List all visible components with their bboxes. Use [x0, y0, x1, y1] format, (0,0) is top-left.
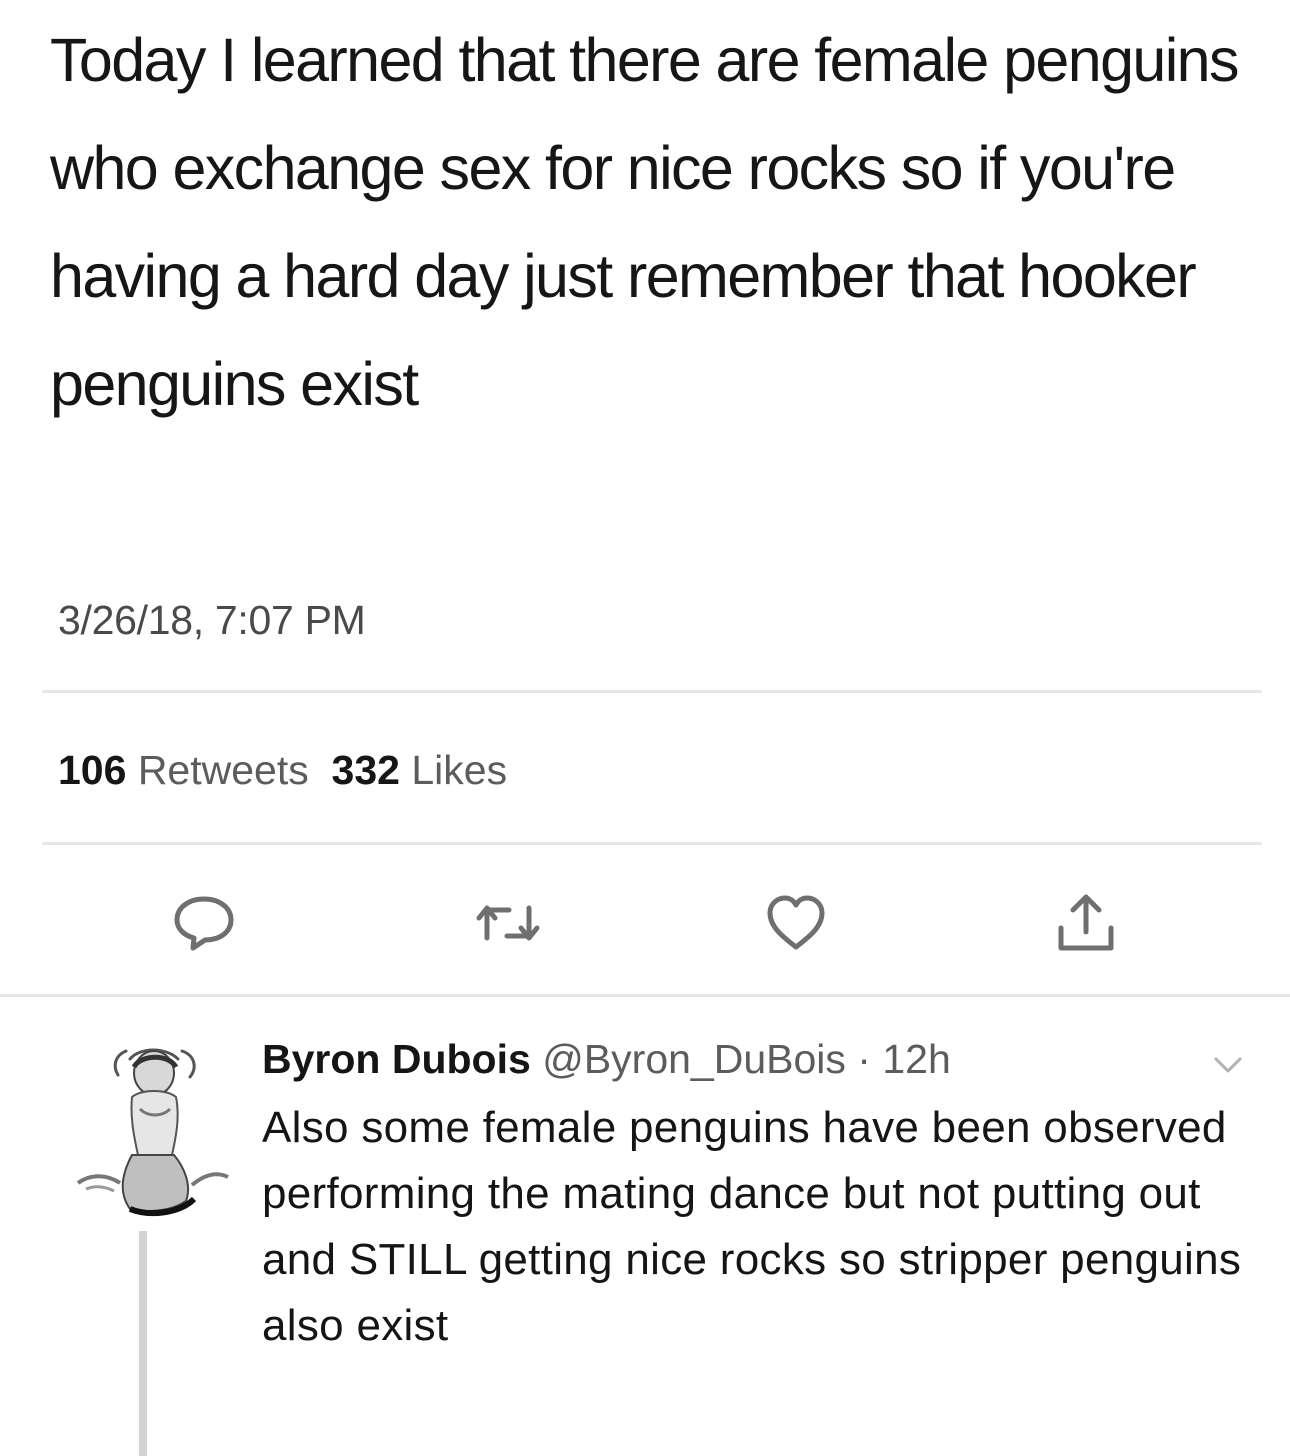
reply-header: Byron Dubois @Byron_DuBois · 12h — [262, 1031, 951, 1087]
heart-icon — [767, 895, 825, 950]
retweet-button[interactable] — [472, 890, 544, 956]
reply-tweet[interactable]: Byron Dubois @Byron_DuBois · 12h Also so… — [0, 997, 1290, 1456]
share-button[interactable] — [1050, 890, 1122, 956]
retweets-stat[interactable]: 106 Retweets — [58, 747, 309, 793]
thread-line — [139, 1231, 147, 1456]
retweets-count: 106 — [58, 747, 127, 793]
like-button[interactable] — [760, 890, 832, 956]
speech-bubble-icon — [174, 896, 234, 951]
reply-text: Also some female penguins have been obse… — [262, 1103, 1242, 1350]
divider — [42, 842, 1262, 845]
retweet-icon — [476, 905, 540, 941]
divider — [42, 690, 1262, 693]
likes-stat[interactable]: 332 Likes — [332, 747, 508, 793]
retweets-label: Retweets — [137, 747, 309, 793]
reply-handle-time[interactable]: @Byron_DuBois · 12h — [542, 1036, 951, 1082]
tweet-stats: 106 Retweets 332 Likes — [58, 742, 507, 798]
share-icon — [1058, 894, 1114, 951]
likes-count: 332 — [331, 747, 400, 793]
likes-label: Likes — [411, 747, 508, 793]
reply-author-name[interactable]: Byron Dubois — [262, 1036, 531, 1082]
avatar-image — [76, 1048, 229, 1217]
chevron-down-icon — [1214, 1057, 1242, 1073]
avatar[interactable] — [70, 1037, 240, 1217]
tweet-timestamp[interactable]: 3/26/18, 7:07 PM — [58, 592, 366, 648]
reply-menu-button[interactable] — [1210, 1053, 1246, 1077]
tweet-text: Today I learned that there are female pe… — [50, 26, 1240, 418]
reply-button[interactable] — [168, 890, 240, 956]
